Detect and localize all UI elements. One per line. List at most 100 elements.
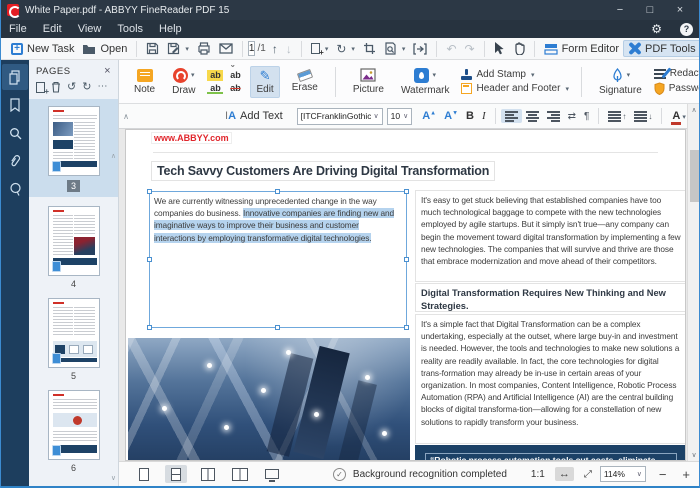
scrollbar-thumb[interactable] — [690, 150, 699, 202]
align-right-button[interactable] — [543, 109, 564, 123]
align-center-button[interactable] — [522, 109, 543, 123]
add-pages-button[interactable]: ▾ — [307, 42, 333, 55]
search-document-button[interactable]: ▾ — [380, 41, 410, 56]
signature-button[interactable]: ▾ Signature — [594, 66, 647, 98]
highlight-button[interactable]: ab — [207, 70, 223, 81]
selection-handle[interactable] — [404, 189, 409, 194]
collapse-panel-icon[interactable]: ∧ — [119, 112, 133, 121]
menu-file[interactable]: File — [9, 23, 27, 35]
fit-width-button[interactable]: ↔ — [555, 467, 574, 481]
select-tool-button[interactable] — [490, 41, 509, 56]
quote-callout-box[interactable]: “Robotic process automation tools cut co… — [415, 445, 686, 461]
document-heading[interactable]: Tech Savvy Customers Are Driving Digital… — [151, 161, 495, 181]
picture-button[interactable]: Picture — [348, 66, 389, 97]
scroll-up-icon[interactable]: ∧ — [688, 106, 700, 114]
edit-button[interactable]: ✎ Edit — [250, 66, 279, 98]
italic-button[interactable]: I — [478, 108, 490, 124]
selection-handle[interactable] — [275, 325, 280, 330]
selection-handle[interactable] — [404, 257, 409, 262]
justify-button[interactable]: ⇄ — [564, 109, 580, 124]
selected-text-block[interactable]: We are currently witnessing unprecedente… — [149, 191, 407, 328]
cityscape-image[interactable] — [128, 338, 410, 461]
page-4-thumbnail[interactable] — [48, 206, 100, 276]
font-size-select[interactable]: 10 ∨ — [387, 108, 413, 125]
pdf-tools-button[interactable]: PDF Tools — [623, 40, 700, 57]
close-panel-icon[interactable]: × — [104, 65, 111, 77]
abbyy-website-link[interactable]: www.ABBYY.com — [151, 132, 232, 144]
password-security-button[interactable]: Password Security — [654, 82, 700, 95]
page-thumbnail[interactable]: 6 — [29, 390, 118, 473]
right-column-subheading[interactable]: Digital Transformation Requires New Thin… — [415, 283, 686, 312]
crop-button[interactable] — [359, 41, 380, 56]
attachments-panel-tab[interactable] — [2, 148, 28, 174]
insert-text-button[interactable]: ab — [227, 70, 243, 81]
selection-handle[interactable] — [147, 189, 152, 194]
page-5-thumbnail[interactable] — [48, 298, 100, 368]
two-page-view-button[interactable] — [197, 465, 219, 483]
menu-help[interactable]: Help — [159, 23, 182, 35]
decrease-font-button[interactable]: A▼ — [440, 108, 462, 124]
erase-button[interactable]: Erase — [287, 69, 323, 95]
header-footer-button[interactable]: Header and Footer ▾ — [461, 83, 568, 94]
bold-button[interactable]: B — [462, 108, 478, 124]
undo-button[interactable]: ↶ — [442, 42, 460, 56]
decrease-line-spacing-button[interactable]: ↓ — [630, 109, 656, 123]
continuous-view-button[interactable] — [165, 465, 187, 483]
right-column-paragraph-2[interactable]: It's a simple fact that Digital Transfor… — [415, 314, 686, 444]
paragraph-settings-button[interactable]: ¶ — [580, 109, 593, 124]
single-page-view-button[interactable] — [133, 465, 155, 483]
page-thumbnail[interactable]: 4 — [29, 206, 118, 289]
maximize-button[interactable]: □ — [635, 4, 665, 16]
increase-font-button[interactable]: A▲ — [418, 108, 440, 124]
digital-signatures-panel-tab[interactable] — [2, 176, 28, 202]
scroll-down-icon[interactable]: ∨ — [688, 451, 700, 459]
hand-tool-button[interactable] — [509, 41, 529, 56]
help-icon[interactable]: ? — [680, 23, 693, 36]
rotate-right-icon[interactable]: ↻ — [82, 82, 91, 93]
previous-page-button[interactable]: ↑ — [268, 42, 282, 56]
page-thumbnail[interactable]: 5 — [29, 298, 118, 381]
fit-page-button[interactable]: ⤢ — [584, 469, 590, 480]
save-button[interactable] — [142, 41, 163, 56]
panel-scroll-down-icon[interactable]: ∨ — [111, 474, 116, 482]
watermark-button[interactable]: ▾ Watermark — [396, 66, 455, 98]
close-button[interactable]: × — [665, 4, 695, 16]
zoom-in-button[interactable]: + — [679, 467, 693, 482]
next-page-button[interactable]: ↓ — [282, 42, 296, 56]
underline-button[interactable]: ab — [207, 83, 223, 94]
save-as-button[interactable]: ▾ — [163, 41, 193, 56]
minimize-button[interactable]: − — [605, 4, 635, 16]
selection-handle[interactable] — [275, 189, 280, 194]
right-column-paragraph-1[interactable]: It's easy to get stuck believing that es… — [415, 190, 686, 282]
rotate-button[interactable]: ↻ ▾ — [332, 42, 359, 56]
form-editor-button[interactable]: Form Editor — [540, 42, 623, 56]
increase-line-spacing-button[interactable]: ↑ — [604, 109, 630, 123]
print-button[interactable] — [193, 41, 215, 56]
menu-tools[interactable]: Tools — [117, 23, 143, 35]
rotate-left-icon[interactable]: ↺ — [67, 82, 76, 93]
zoom-level-select[interactable]: 114% ∨ — [600, 466, 646, 482]
selection-handle[interactable] — [147, 325, 152, 330]
menu-view[interactable]: View — [78, 23, 102, 35]
page-number-input[interactable]: 1 — [248, 41, 256, 56]
add-stamp-button[interactable]: Add Stamp ▾ — [461, 69, 568, 80]
selection-handle[interactable] — [404, 325, 409, 330]
new-task-button[interactable]: + New Task — [7, 42, 78, 56]
settings-gear-icon[interactable]: ⚙ — [651, 22, 662, 36]
open-button[interactable]: Open — [78, 42, 131, 56]
email-button[interactable] — [215, 42, 237, 55]
strikethrough-button[interactable]: ab — [227, 83, 243, 94]
document-scrollbar[interactable]: ∧ ∨ — [687, 104, 700, 461]
page-6-thumbnail[interactable] — [48, 390, 100, 460]
font-family-select[interactable]: [ITCFranklinGothic] ∨ — [297, 108, 383, 125]
align-left-button[interactable] — [501, 109, 522, 123]
page-3-thumbnail[interactable] — [48, 106, 100, 176]
menu-edit[interactable]: Edit — [43, 23, 62, 35]
selection-handle[interactable] — [147, 257, 152, 262]
fullscreen-view-button[interactable] — [261, 465, 283, 483]
redo-button[interactable]: ↷ — [461, 42, 479, 56]
two-page-scroll-view-button[interactable] — [229, 465, 251, 483]
page-thumbnail-selected[interactable]: 3 — [29, 99, 118, 197]
panel-scroll-up-icon[interactable]: ∧ — [111, 152, 116, 160]
delete-page-icon[interactable] — [51, 81, 61, 93]
